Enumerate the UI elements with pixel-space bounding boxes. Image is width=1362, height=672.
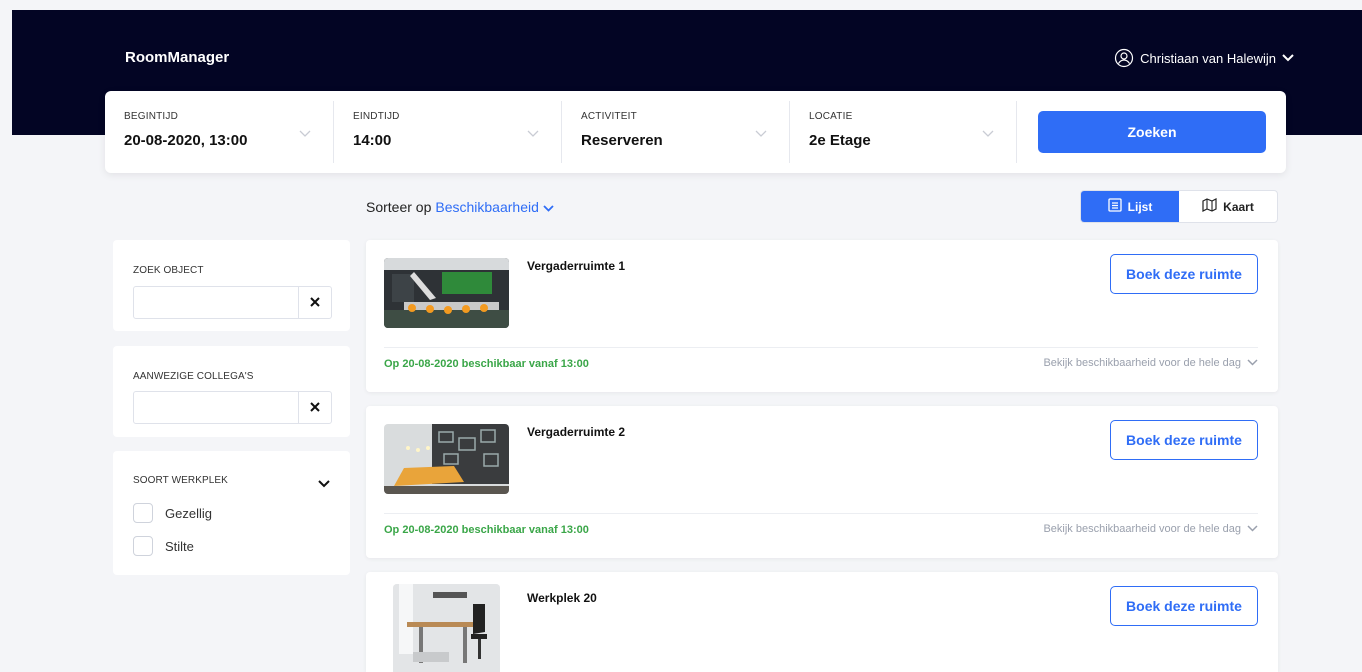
field-value: 2e Etage bbox=[809, 132, 871, 149]
close-icon bbox=[310, 399, 320, 417]
object-search-input[interactable] bbox=[133, 286, 332, 319]
map-icon bbox=[1202, 198, 1217, 215]
brand-logo[interactable]: RoomManager bbox=[125, 49, 229, 66]
gezellig-checkbox[interactable] bbox=[133, 503, 153, 523]
user-menu[interactable]: Christiaan van Halewijn bbox=[1114, 48, 1294, 68]
list-view-label: Lijst bbox=[1127, 199, 1153, 214]
chevron-down-icon bbox=[1282, 54, 1294, 62]
room-photo bbox=[384, 258, 509, 328]
room-photo bbox=[384, 424, 509, 494]
begintijd-field[interactable]: BEGINTIJD 20-08-2020, 13:00 bbox=[105, 101, 334, 163]
chevron-down-icon bbox=[527, 125, 539, 143]
field-label: EINDTIJD bbox=[353, 111, 400, 122]
field-label: BEGINTIJD bbox=[124, 111, 179, 122]
room-card: Vergaderruimte 1 Boek deze ruimte Op 20-… bbox=[366, 240, 1278, 392]
filter-object: ZOEK OBJECT bbox=[113, 240, 350, 331]
chevron-down-icon bbox=[1247, 357, 1258, 369]
sort-prefix: Sorteer op bbox=[366, 199, 432, 215]
field-value: Reserveren bbox=[581, 132, 663, 149]
filter-object-label: ZOEK OBJECT bbox=[133, 265, 204, 276]
divider bbox=[384, 347, 1258, 348]
chevron-down-icon bbox=[755, 125, 767, 143]
field-value: 14:00 bbox=[353, 132, 392, 149]
room-photo bbox=[393, 584, 500, 672]
day-link-label: Bekijk beschikbaarheid voor de hele dag bbox=[1043, 523, 1241, 535]
sort-control[interactable]: Sorteer op Beschikbaarheid bbox=[366, 199, 554, 215]
close-icon bbox=[310, 294, 320, 312]
chevron-down-icon bbox=[299, 125, 311, 143]
search-bar: BEGINTIJD 20-08-2020, 13:00 EINDTIJD 14:… bbox=[105, 91, 1286, 173]
field-value: 20-08-2020, 13:00 bbox=[124, 132, 248, 149]
clear-object-button[interactable] bbox=[298, 287, 331, 318]
option-label: Stilte bbox=[165, 538, 194, 554]
book-room-button[interactable]: Boek deze ruimte bbox=[1110, 254, 1258, 294]
room-name: Werkplek 20 bbox=[527, 591, 597, 605]
filter-type-label: SOORT WERKPLEK bbox=[133, 475, 228, 486]
search-button[interactable]: Zoeken bbox=[1038, 111, 1266, 153]
user-circle-icon bbox=[1114, 48, 1134, 68]
day-link-label: Bekijk beschikbaarheid voor de hele dag bbox=[1043, 357, 1241, 369]
filter-colleagues: AANWEZIGE COLLEGA'S bbox=[113, 346, 350, 437]
chevron-down-icon bbox=[982, 125, 994, 143]
chevron-down-icon[interactable] bbox=[318, 475, 330, 493]
room-card: Werkplek 20 Boek deze ruimte bbox=[366, 572, 1278, 672]
list-view-button[interactable]: Lijst bbox=[1081, 191, 1179, 222]
option-label: Gezellig bbox=[165, 505, 212, 521]
view-toggle: Lijst Kaart bbox=[1080, 190, 1278, 223]
activiteit-field[interactable]: ACTIVITEIT Reserveren bbox=[562, 101, 790, 163]
field-label: ACTIVITEIT bbox=[581, 111, 637, 122]
room-name: Vergaderruimte 2 bbox=[527, 425, 626, 439]
stilte-checkbox[interactable] bbox=[133, 536, 153, 556]
eindtijd-field[interactable]: EINDTIJD 14:00 bbox=[334, 101, 562, 163]
field-label: LOCATIE bbox=[809, 111, 853, 122]
room-name: Vergaderruimte 1 bbox=[527, 259, 626, 273]
view-day-availability-link[interactable]: Bekijk beschikbaarheid voor de hele dag bbox=[1043, 523, 1258, 535]
book-room-button[interactable]: Boek deze ruimte bbox=[1110, 586, 1258, 626]
locatie-field[interactable]: LOCATIE 2e Etage bbox=[790, 101, 1017, 163]
user-name: Christiaan van Halewijn bbox=[1140, 50, 1276, 66]
option-gezellig[interactable]: Gezellig bbox=[133, 503, 212, 523]
chevron-down-icon bbox=[543, 199, 554, 215]
sort-value: Beschikbaarheid bbox=[435, 199, 539, 215]
colleagues-search-input[interactable] bbox=[133, 391, 332, 424]
room-card: Vergaderruimte 2 Boek deze ruimte Op 20-… bbox=[366, 406, 1278, 558]
availability-text: Op 20-08-2020 beschikbaar vanaf 13:00 bbox=[384, 358, 589, 370]
map-view-label: Kaart bbox=[1223, 199, 1254, 214]
book-room-button[interactable]: Boek deze ruimte bbox=[1110, 420, 1258, 460]
availability-text: Op 20-08-2020 beschikbaar vanaf 13:00 bbox=[384, 524, 589, 536]
list-icon bbox=[1108, 198, 1122, 215]
map-view-button[interactable]: Kaart bbox=[1179, 191, 1277, 222]
option-stilte[interactable]: Stilte bbox=[133, 536, 194, 556]
divider bbox=[384, 513, 1258, 514]
chevron-down-icon bbox=[1247, 523, 1258, 535]
clear-colleagues-button[interactable] bbox=[298, 392, 331, 423]
filter-workplace-type: SOORT WERKPLEK Gezellig Stilte bbox=[113, 451, 350, 575]
view-day-availability-link[interactable]: Bekijk beschikbaarheid voor de hele dag bbox=[1043, 357, 1258, 369]
filter-colleagues-label: AANWEZIGE COLLEGA'S bbox=[133, 371, 254, 382]
